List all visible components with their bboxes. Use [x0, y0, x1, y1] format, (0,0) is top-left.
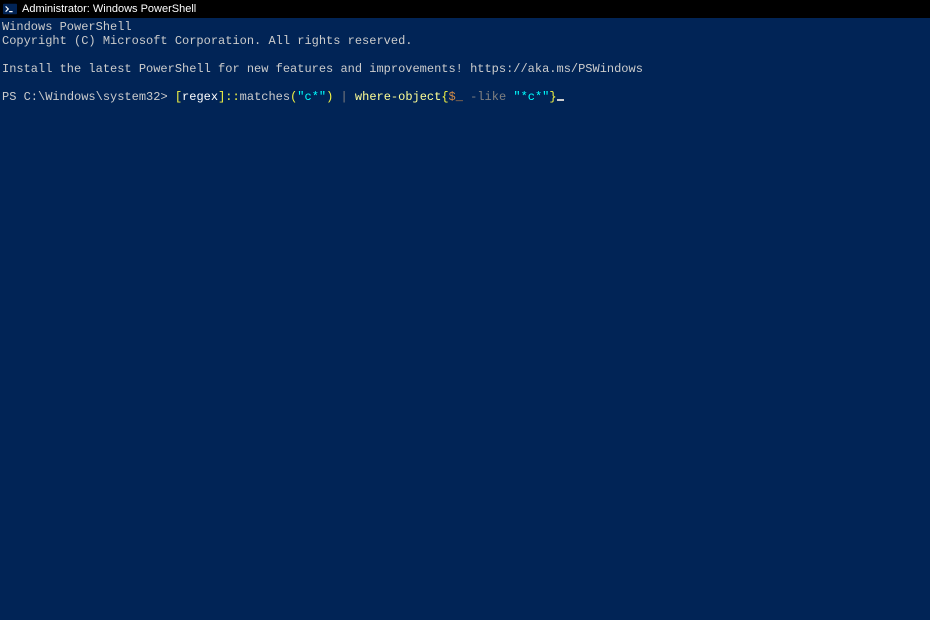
prompt-path: C:\Windows\system32 — [24, 90, 161, 104]
banner-line: Windows PowerShell — [2, 20, 928, 34]
prompt-gt: > — [160, 90, 174, 104]
like-operator: -like — [463, 90, 513, 104]
cmdlet-name: where-object — [355, 90, 441, 104]
prompt-line[interactable]: PS C:\Windows\system32> [regex]::matches… — [2, 90, 928, 104]
blank-line — [2, 76, 928, 90]
install-hint: Install the latest PowerShell for new fe… — [2, 62, 928, 76]
brace-open: { — [441, 90, 448, 104]
window-title: Administrator: Windows PowerShell — [22, 3, 196, 15]
bracket-close-scope: ]:: — [218, 90, 240, 104]
paren-close: ) — [326, 90, 340, 104]
terminal-area[interactable]: Windows PowerShellCopyright (C) Microsof… — [0, 18, 930, 620]
text-cursor — [557, 99, 564, 101]
space — [348, 90, 355, 104]
prompt-ps: PS — [2, 90, 24, 104]
type-name: regex — [182, 90, 218, 104]
string-arg: "c*" — [297, 90, 326, 104]
banner-line: Copyright (C) Microsoft Corporation. All… — [2, 34, 928, 48]
window-titlebar[interactable]: Administrator: Windows PowerShell — [0, 0, 930, 18]
string-pattern: "*c*" — [513, 90, 549, 104]
pipeline-var: $_ — [449, 90, 463, 104]
pipe-operator: | — [341, 90, 348, 104]
brace-close: } — [549, 90, 556, 104]
method-name: matches — [240, 90, 290, 104]
blank-line — [2, 48, 928, 62]
bracket-open: [ — [175, 90, 182, 104]
powershell-icon — [3, 2, 17, 16]
